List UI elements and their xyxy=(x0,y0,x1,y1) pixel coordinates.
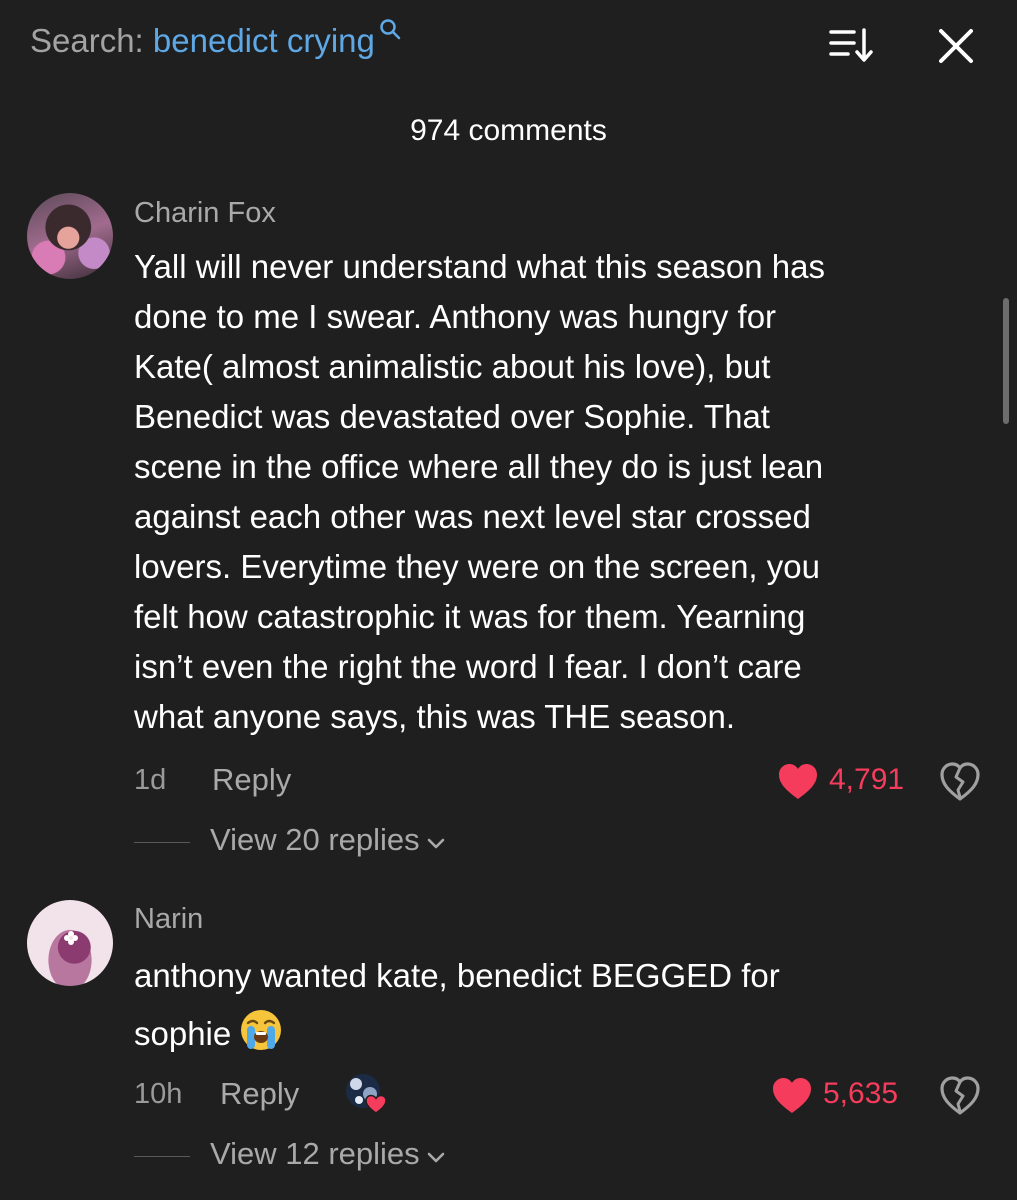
comment-text: Yall will never understand what this sea… xyxy=(134,242,984,742)
comments-header: Search: benedict crying xyxy=(0,0,1017,90)
divider xyxy=(134,1156,190,1157)
comment-text-line: anthony wanted kate, benedict BEGGED for xyxy=(134,957,780,994)
divider xyxy=(134,842,190,843)
creator-liked-icon xyxy=(346,1074,387,1114)
comment-text: anthony wanted kate, benedict BEGGED for… xyxy=(134,951,984,1059)
avatar[interactable] xyxy=(27,900,113,986)
search-term[interactable]: benedict crying xyxy=(153,22,375,59)
view-replies-button[interactable]: View 12 replies xyxy=(210,1136,446,1172)
heart-icon[interactable] xyxy=(771,1076,813,1116)
search-icon[interactable] xyxy=(379,18,401,40)
heart-icon[interactable] xyxy=(777,762,819,802)
search-bar[interactable]: Search: benedict crying xyxy=(30,19,401,60)
comment-text-line: done to me I swear. Anthony was hungry f… xyxy=(134,298,777,335)
comment-username[interactable]: Narin xyxy=(134,903,203,936)
loudly-crying-face-emoji xyxy=(241,1010,282,1050)
chevron-down-icon xyxy=(427,838,444,849)
reply-button[interactable]: Reply xyxy=(212,762,291,798)
comment-meta: 1d Reply 4,791 xyxy=(0,760,1017,804)
comment-text-line: Yall will never understand what this sea… xyxy=(134,248,825,285)
comment-text-line: scene in the office where all they do is… xyxy=(134,448,824,485)
sort-icon[interactable] xyxy=(828,26,876,66)
comment-text-line: against each other was next level star c… xyxy=(134,498,811,535)
comment-text-line: Benedict was devastated over Sophie. Tha… xyxy=(134,398,770,435)
chevron-down-icon xyxy=(427,1152,444,1163)
broken-heart-icon[interactable] xyxy=(938,760,982,804)
comment-text-line: isn’t even the right the word I fear. I … xyxy=(134,648,802,685)
comment-count: 974 comments xyxy=(410,114,607,147)
like-count[interactable]: 5,635 xyxy=(823,1077,898,1111)
view-replies-label: View 12 replies xyxy=(210,1136,420,1171)
scrollbar[interactable] xyxy=(1003,298,1009,424)
flower-icon xyxy=(64,931,78,945)
like-count[interactable]: 4,791 xyxy=(829,763,904,797)
avatar[interactable] xyxy=(27,193,113,279)
comment-text-line: felt how catastrophic it was for them. Y… xyxy=(134,598,806,635)
broken-heart-icon[interactable] xyxy=(938,1074,982,1118)
view-replies-button[interactable]: View 20 replies xyxy=(210,822,446,858)
comment-text-fragment: sophie xyxy=(134,1015,232,1052)
comment-username[interactable]: Charin Fox xyxy=(134,197,276,230)
comment-text-line: what anyone says, this was THE season. xyxy=(134,698,736,735)
close-icon[interactable] xyxy=(935,25,977,67)
search-prefix: Search: xyxy=(30,22,153,59)
reply-button[interactable]: Reply xyxy=(220,1076,299,1112)
comment-text-line: Kate( almost animalistic about his love)… xyxy=(134,348,771,385)
comment-time: 1d xyxy=(134,764,167,796)
comment-time: 10h xyxy=(134,1078,183,1110)
view-replies-label: View 20 replies xyxy=(210,822,420,857)
comment-text-line: sophie xyxy=(134,1001,984,1059)
view-replies-row: View 12 replies xyxy=(0,1136,1017,1176)
comment-meta: 10h Reply 5,635 xyxy=(0,1074,1017,1118)
view-replies-row: View 20 replies xyxy=(0,822,1017,862)
comment-text-line: lovers. Everytime they were on the scree… xyxy=(134,548,820,585)
